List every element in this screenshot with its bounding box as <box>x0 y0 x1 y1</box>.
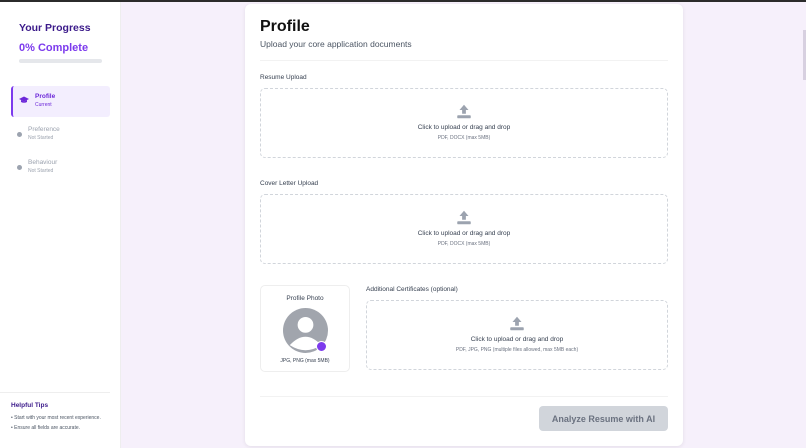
divider <box>260 60 668 61</box>
profile-photo-upload[interactable]: Profile Photo JPG, PNG (max 5MB) <box>260 285 350 372</box>
resume-dropzone[interactable]: Click to upload or drag and drop PDF, DO… <box>260 88 668 158</box>
graduation-cap-icon <box>19 96 29 103</box>
certificates-upload-hint: PDF, JPG, PNG (multiple files allowed, m… <box>455 347 579 353</box>
divider <box>260 396 668 397</box>
tips-list: Start with your most recent experience. … <box>11 414 110 432</box>
page-title: Profile <box>260 18 310 35</box>
step-dot-icon <box>17 132 22 137</box>
resume-upload-hint: PDF, DOCX (max 5MB) <box>437 135 491 141</box>
step-dot-icon <box>17 165 22 170</box>
step-list: Profile Current Preference Not Started B… <box>11 86 110 185</box>
certificates-upload-prompt: Click to upload or drag and drop <box>470 336 564 343</box>
cover-letter-upload-hint: PDF, DOCX (max 5MB) <box>437 241 491 247</box>
sidebar: Your Progress 0% Complete Profile Curren… <box>0 2 121 448</box>
upload-icon <box>510 316 524 331</box>
step-status: Current <box>35 102 52 108</box>
profile-photo-hint: JPG, PNG (max 5MB) <box>280 358 330 364</box>
tips-title: Helpful Tips <box>11 402 49 409</box>
upload-icon <box>457 104 471 119</box>
certificates-dropzone[interactable]: Click to upload or drag and drop PDF, JP… <box>366 300 668 370</box>
progress-percentage: 0% Complete <box>19 42 89 54</box>
camera-icon[interactable] <box>316 341 327 352</box>
profile-card: Profile Upload your core application doc… <box>245 4 683 446</box>
tip-item: Start with your most recent experience. <box>11 414 110 422</box>
progress-title: Your Progress <box>19 22 91 34</box>
step-status: Not Started <box>28 135 54 141</box>
certificates-upload-label: Additional Certificates (optional) <box>366 286 458 293</box>
step-behaviour[interactable]: Behaviour Not Started <box>11 152 110 183</box>
step-name: Behaviour <box>28 159 58 166</box>
cover-letter-upload-label: Cover Letter Upload <box>260 180 319 187</box>
helpful-tips: Helpful Tips Start with your most recent… <box>0 392 110 434</box>
cover-letter-dropzone[interactable]: Click to upload or drag and drop PDF, DO… <box>260 194 668 264</box>
page-subtitle: Upload your core application documents <box>260 39 412 49</box>
resume-upload-prompt: Click to upload or drag and drop <box>417 124 511 131</box>
profile-photo-label: Profile Photo <box>286 295 324 302</box>
upload-icon <box>457 210 471 225</box>
resume-upload-label: Resume Upload <box>260 74 307 81</box>
progress-bar <box>19 59 102 63</box>
step-status: Not Started <box>28 168 54 174</box>
step-profile[interactable]: Profile Current <box>11 86 110 117</box>
step-name: Preference <box>28 126 60 133</box>
analyze-resume-button[interactable]: Analyze Resume with AI <box>539 406 668 431</box>
cover-letter-upload-prompt: Click to upload or drag and drop <box>417 230 511 237</box>
tip-item: Ensure all fields are accurate. <box>11 424 110 432</box>
step-preference[interactable]: Preference Not Started <box>11 119 110 150</box>
step-name: Profile <box>35 93 56 100</box>
